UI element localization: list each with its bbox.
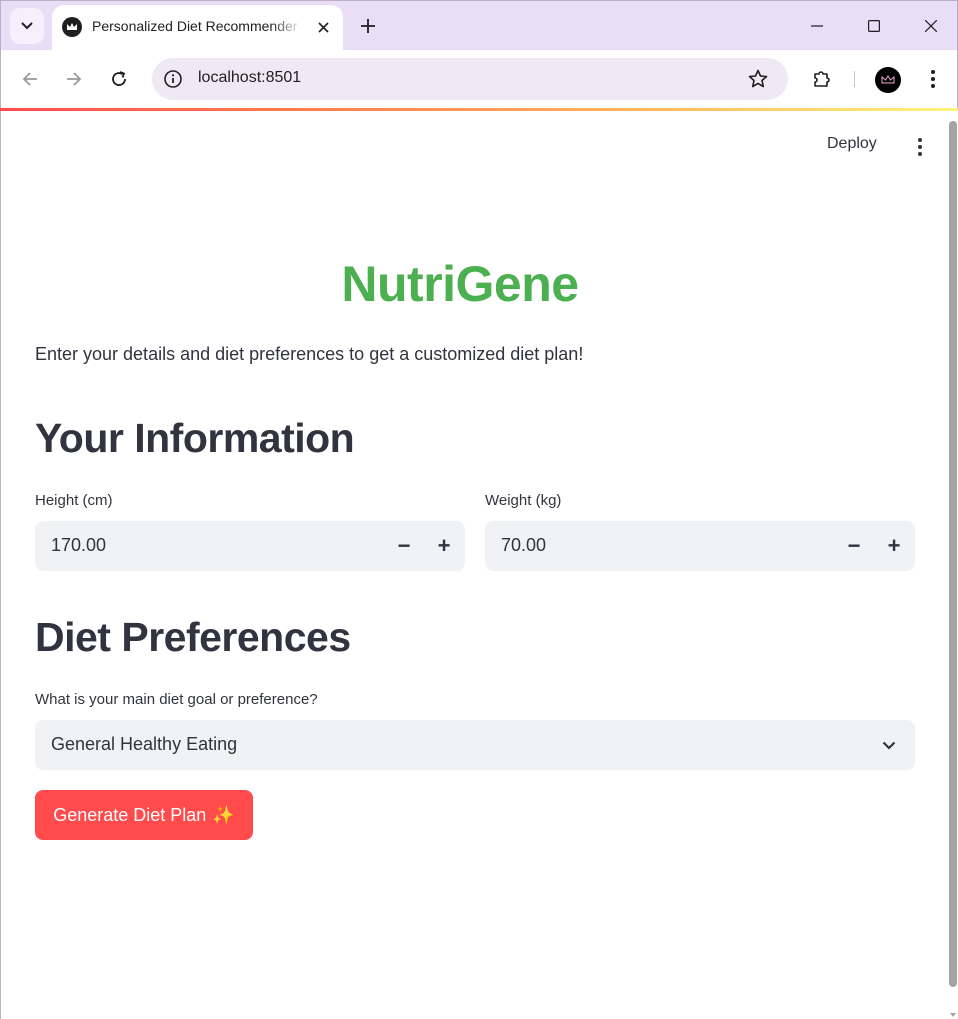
page-scrollbar[interactable]	[949, 121, 957, 987]
diet-goal-selected-value: General Healthy Eating	[51, 734, 238, 754]
profile-avatar[interactable]	[875, 67, 901, 93]
url-text: localhost:8501	[198, 69, 302, 86]
crown-icon	[62, 17, 82, 37]
minimize-icon	[811, 25, 823, 27]
extensions-button[interactable]	[806, 63, 838, 95]
maximize-icon	[868, 20, 880, 32]
arrow-left-icon	[22, 72, 37, 86]
sparkles-icon: ✨	[212, 804, 235, 825]
browser-tab-active[interactable]: Personalized Diet Recommender	[52, 5, 343, 51]
height-increment-button[interactable]: +	[424, 526, 464, 566]
maximize-button[interactable]	[859, 12, 889, 40]
forward-button[interactable]	[58, 63, 90, 95]
weight-input[interactable]: 70.00 − +	[485, 521, 915, 571]
page-title: NutriGene	[341, 256, 579, 312]
plus-icon	[361, 19, 375, 33]
intro-text: Enter your details and diet preferences …	[35, 344, 584, 364]
star-icon[interactable]	[746, 67, 770, 91]
crown-icon	[881, 75, 895, 84]
scroll-down-arrow[interactable]	[950, 1013, 956, 1017]
diet-goal-label: What is your main diet goal or preferenc…	[35, 691, 318, 708]
window-close-button[interactable]	[916, 12, 946, 40]
kebab-icon	[931, 70, 935, 88]
diet-goal-select[interactable]: General Healthy Eating	[35, 720, 915, 770]
weight-decrement-button[interactable]: −	[834, 526, 874, 566]
toolbar-divider	[854, 71, 855, 87]
chevron-down-icon	[21, 22, 33, 30]
weight-increment-button[interactable]: +	[874, 526, 914, 566]
reload-icon	[112, 71, 126, 86]
weight-value[interactable]: 70.00	[501, 535, 546, 556]
app-menu-icon[interactable]	[910, 135, 930, 159]
generate-diet-plan-button[interactable]: Generate Diet Plan ✨	[35, 790, 253, 840]
chevron-down-icon	[879, 735, 899, 755]
section-heading-information: Your Information	[35, 415, 355, 461]
minimize-button[interactable]	[802, 12, 832, 40]
arrow-right-icon	[67, 72, 82, 86]
reload-button[interactable]	[103, 63, 135, 95]
info-icon[interactable]	[162, 68, 184, 90]
tab-title: Personalized Diet Recommender	[92, 18, 298, 34]
height-value[interactable]: 170.00	[51, 535, 106, 556]
app-page: Deploy NutriGene Enter your details and …	[0, 111, 958, 1019]
browser-tab-strip: Personalized Diet Recommender	[0, 0, 958, 51]
browser-menu-button[interactable]	[917, 63, 949, 95]
tab-search-button[interactable]	[10, 8, 44, 44]
section-heading-diet: Diet Preferences	[35, 614, 351, 660]
height-label: Height (cm)	[35, 492, 113, 509]
generate-button-label: Generate Diet Plan	[53, 804, 207, 825]
new-tab-button[interactable]	[354, 12, 382, 40]
height-decrement-button[interactable]: −	[384, 526, 424, 566]
close-icon[interactable]	[312, 16, 334, 38]
deploy-button[interactable]: Deploy	[827, 135, 877, 153]
weight-label: Weight (kg)	[485, 492, 562, 509]
browser-toolbar: localhost:8501	[0, 50, 958, 108]
back-button[interactable]	[14, 63, 46, 95]
height-input[interactable]: 170.00 − +	[35, 521, 465, 571]
address-bar[interactable]: localhost:8501	[152, 58, 788, 100]
close-icon	[925, 20, 937, 32]
puzzle-icon	[814, 71, 830, 87]
